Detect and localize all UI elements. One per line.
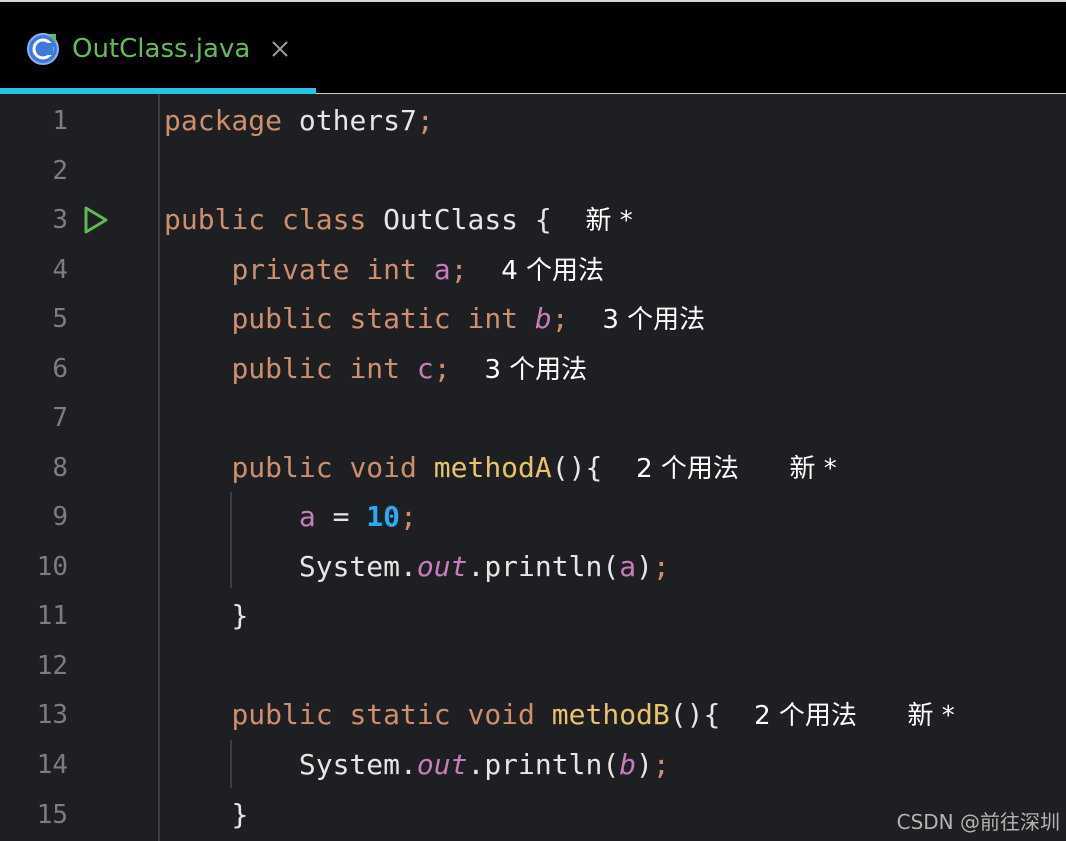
line-number: 14 xyxy=(36,750,68,780)
editor-tab-bar: OutClass.java xyxy=(0,0,1066,95)
usages-hint: 3 个用法 xyxy=(484,355,588,385)
code-line: 1 package others7; xyxy=(0,96,1066,146)
run-gutter-icon[interactable] xyxy=(82,205,110,235)
code-line: 5 public static int b; 3 个用法 xyxy=(0,294,1066,344)
line-number: 9 xyxy=(52,502,68,532)
tab-outclass-java[interactable]: OutClass.java xyxy=(0,2,316,95)
line-number: 10 xyxy=(36,552,68,582)
java-class-icon xyxy=(27,33,59,65)
line-number: 8 xyxy=(52,453,68,483)
line-number: 13 xyxy=(36,700,68,730)
author-hint: 新 * xyxy=(585,206,633,236)
code-text[interactable]: public void methodA(){ 2 个用法 新 * xyxy=(164,443,837,494)
code-text[interactable]: } xyxy=(164,790,248,840)
code-text[interactable]: private int a; 4 个用法 xyxy=(164,245,604,296)
line-number: 4 xyxy=(52,255,68,285)
code-text[interactable]: a = 10; xyxy=(164,492,417,542)
code-line: 8 public void methodA(){ 2 个用法 新 * xyxy=(0,443,1066,493)
close-icon[interactable] xyxy=(268,37,292,61)
watermark: CSDN @前往深圳 xyxy=(896,810,1060,834)
usages-hint: 2 个用法 xyxy=(636,454,739,484)
tab-title: OutClass.java xyxy=(72,34,251,64)
code-line: 6 public int c; 3 个用法 xyxy=(0,344,1066,394)
code-line: 3 public class OutClass { 新 * xyxy=(0,195,1066,245)
code-line: 2 xyxy=(0,146,1066,196)
code-text[interactable]: public static void methodB(){ 2 个用法 新 * xyxy=(164,690,955,741)
usages-hint: 3 个用法 xyxy=(602,305,706,335)
code-text[interactable]: public static int b; 3 个用法 xyxy=(164,294,705,345)
line-number: 15 xyxy=(36,800,68,830)
line-number: 11 xyxy=(36,601,68,631)
code-text[interactable]: System.out.println(a); xyxy=(164,542,670,592)
line-number: 3 xyxy=(52,205,68,235)
code-text[interactable]: public class OutClass { 新 * xyxy=(164,195,633,246)
line-number: 12 xyxy=(36,651,68,681)
line-number: 7 xyxy=(52,403,68,433)
usages-hint: 4 个用法 xyxy=(501,256,604,286)
line-number: 1 xyxy=(52,106,68,136)
code-line: 10 System.out.println(a); xyxy=(0,542,1066,592)
code-text[interactable]: package others7; xyxy=(164,96,434,146)
line-number: 6 xyxy=(52,354,68,384)
line-number: 2 xyxy=(52,156,68,186)
code-line: 12 xyxy=(0,641,1066,691)
code-text[interactable]: System.out.println(b); xyxy=(164,740,670,790)
code-line: 7 xyxy=(0,393,1066,443)
author-hint: 新 * xyxy=(907,701,955,731)
code-line: 4 private int a; 4 个用法 xyxy=(0,245,1066,295)
code-line: 13 public static void methodB(){ 2 个用法 新… xyxy=(0,690,1066,740)
usages-hint: 2 个用法 xyxy=(754,701,857,731)
code-line: 14 System.out.println(b); xyxy=(0,740,1066,790)
author-hint: 新 * xyxy=(789,454,837,484)
code-text[interactable]: } xyxy=(164,591,248,641)
code-line: 11 } xyxy=(0,591,1066,641)
code-line: 9 a = 10; xyxy=(0,492,1066,542)
code-editor[interactable]: 1 package others7; 2 3 public class OutC… xyxy=(0,94,1066,841)
code-text[interactable]: public int c; 3 个用法 xyxy=(164,344,587,395)
line-number: 5 xyxy=(52,304,68,334)
